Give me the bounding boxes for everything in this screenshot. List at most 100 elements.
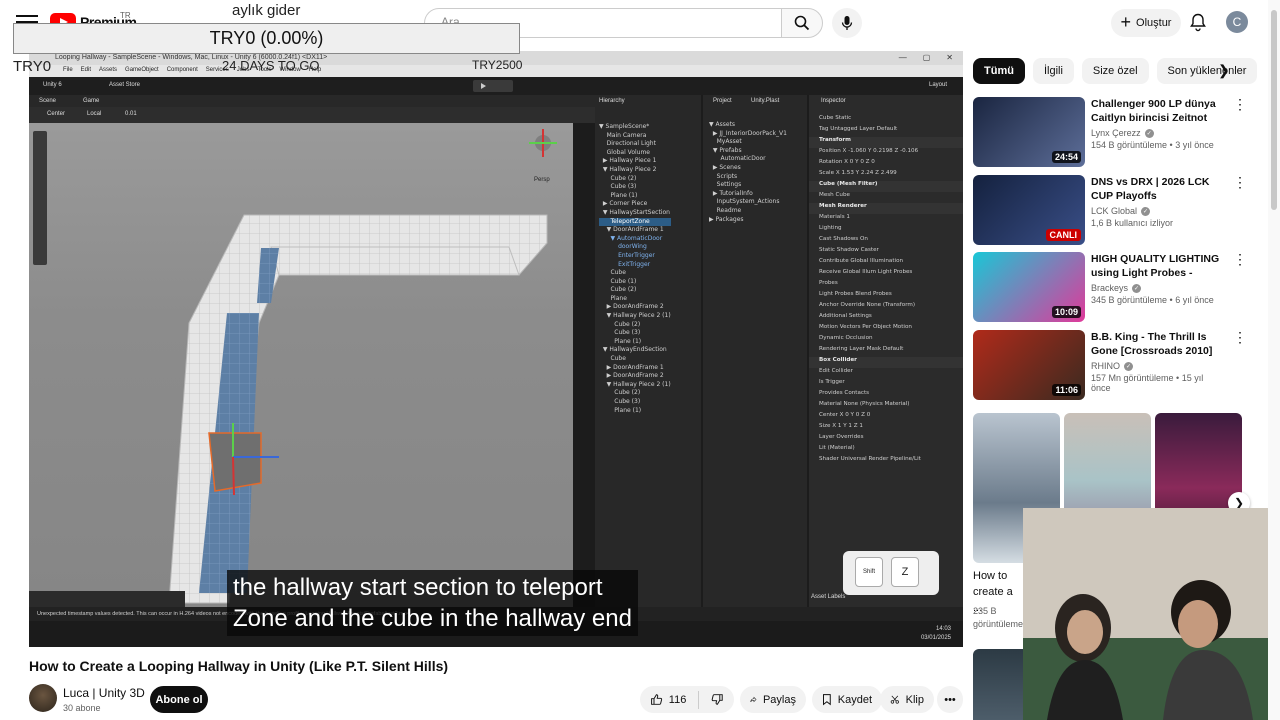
next-recommendation-thumbnail[interactable] xyxy=(973,649,1029,720)
inspector-row: Rendering Layer Mask Default xyxy=(819,346,904,352)
inspector-row: Dynamic Occlusion xyxy=(819,335,873,341)
inspector-row: Scale X 1.53 Y 2.24 Z 2.499 xyxy=(819,170,897,176)
webcam-overlay xyxy=(1023,508,1280,720)
recommended-video[interactable]: 11:06 B.B. King - The Thrill Is Gone [Cro… xyxy=(973,330,1247,402)
game-tab: Game xyxy=(83,98,100,104)
recommended-channel[interactable]: Lynx Çerezz ✓ xyxy=(1091,128,1221,138)
account-avatar[interactable]: C xyxy=(1226,11,1248,33)
kebab-menu-icon[interactable]: ⋮ xyxy=(1233,252,1247,266)
recommended-video[interactable]: CANLI DNS vs DRX | 2026 LCK CUP Playoffs L… xyxy=(973,175,1247,247)
save-button[interactable]: Kaydet xyxy=(812,686,882,713)
create-button[interactable]: + Oluştur xyxy=(1111,9,1181,37)
recommended-title[interactable]: B.B. King - The Thrill Is Gone [Crossroa… xyxy=(1091,330,1221,358)
hierarchy-item: ▼ HallwayStartSection xyxy=(599,208,670,216)
notifications-bell-icon[interactable] xyxy=(1188,12,1208,32)
filter-chip[interactable]: Size özel xyxy=(1081,58,1149,84)
recommended-channel-name: LCK Global xyxy=(1091,206,1138,216)
inspector-row: Rotation X 0 Y 0 Z 0 xyxy=(819,159,875,165)
recommended-title[interactable]: DNS vs DRX | 2026 LCK CUP Playoffs xyxy=(1091,175,1221,203)
unity-window-controls: — ▢ ✕ xyxy=(899,53,953,62)
like-count[interactable]: 116 xyxy=(669,694,687,706)
hierarchy-item: Cube (1) xyxy=(599,277,637,285)
search-button[interactable] xyxy=(781,8,823,38)
inspector-row: Materials 1 xyxy=(819,214,850,220)
microphone-icon xyxy=(841,16,853,30)
inspector-row: Tag Untagged Layer Default xyxy=(819,126,898,132)
recommended-title[interactable]: Challenger 900 LP dünya Caitlyn birincis… xyxy=(1091,97,1221,125)
video-info: B.B. King - The Thrill Is Gone [Crossroa… xyxy=(1091,330,1221,393)
project-item: ▼ Prefabs xyxy=(709,146,742,154)
recommended-title[interactable]: HIGH QUALITY LIGHTING using Light Probes… xyxy=(1091,252,1221,280)
hierarchy-item: ▶ Corner Piece xyxy=(599,200,648,208)
inspector-row: Material None (Physics Material) xyxy=(819,401,910,407)
recommended-video[interactable]: 10:09 HIGH QUALITY LIGHTING using Light P… xyxy=(973,252,1247,324)
goal-widget-title: aylık gider xyxy=(232,2,301,19)
filter-chip[interactable]: Tümü xyxy=(973,58,1025,84)
video-thumbnail[interactable]: CANLI xyxy=(973,175,1085,245)
inspector-tab: Inspector xyxy=(821,98,846,104)
more-actions-icon[interactable]: ••• xyxy=(937,686,963,713)
video-thumbnail[interactable]: 24:54 xyxy=(973,97,1085,167)
scene-tools-sidebar xyxy=(33,131,47,265)
inspector-row: Lit (Material) xyxy=(819,445,855,451)
kebab-menu-icon[interactable]: ⋮ xyxy=(1233,330,1247,344)
clip-button[interactable]: Klip xyxy=(880,686,934,713)
share-button[interactable]: Paylaş xyxy=(740,686,806,713)
hierarchy-item: ▼ HallwayEndSection xyxy=(599,346,667,354)
video-thumbnail[interactable]: 10:09 xyxy=(973,252,1085,322)
video-thumbnail[interactable]: 11:06 xyxy=(973,330,1085,400)
layout-label: Layout xyxy=(929,82,948,88)
inspector-row: Contribute Global Illumination xyxy=(819,258,904,264)
recommended-channel[interactable]: RHINO ✓ xyxy=(1091,361,1221,371)
verified-check-icon: ✓ xyxy=(1141,206,1151,216)
search-icon xyxy=(794,15,810,31)
goal-current-amount: TRY0 xyxy=(13,58,52,75)
channel-name[interactable]: Luca | Unity 3D xyxy=(63,686,145,700)
hierarchy-item: Plane xyxy=(599,294,627,302)
project-item: MyAsset xyxy=(709,138,742,146)
inspector-row: Provides Contacts xyxy=(819,390,870,396)
hierarchy-item: ▼ SampleScene* xyxy=(599,123,650,130)
inspector-row: Cube Static xyxy=(819,115,852,121)
scrollbar-thumb[interactable] xyxy=(1271,10,1277,210)
channel-avatar[interactable] xyxy=(29,684,57,712)
dislike-icon[interactable] xyxy=(711,692,724,707)
inspector-row: Edit Collider xyxy=(819,368,853,374)
inspector-row: Additional Settings xyxy=(819,313,872,319)
hierarchy-item: ▼ Hallway Piece 2 xyxy=(599,165,657,173)
shift-key-label: Shift xyxy=(862,569,875,575)
recommended-video[interactable]: 24:54 Challenger 900 LP dünya Caitlyn bir… xyxy=(973,97,1247,169)
inspector-row: Receive Global Illum Light Probes xyxy=(819,269,913,275)
recommended-channel[interactable]: LCK Global ✓ xyxy=(1091,206,1221,216)
kebab-menu-icon[interactable]: ⋮ xyxy=(1233,175,1247,189)
hierarchy-item: Global Volume xyxy=(599,148,650,156)
like-icon[interactable] xyxy=(650,692,663,707)
asset-store-label: Asset Store xyxy=(109,82,141,88)
recommended-channel[interactable]: Brackeys ✓ xyxy=(1091,283,1221,293)
filter-chip[interactable]: İlgili xyxy=(1032,58,1074,84)
verified-check-icon: ✓ xyxy=(1124,361,1133,371)
scene-tabs: Scene Game xyxy=(29,95,595,107)
share-label: Paylaş xyxy=(762,693,796,706)
hierarchy-item: Cube (2) xyxy=(599,389,641,397)
voice-search-button[interactable] xyxy=(832,8,862,38)
hierarchy-item: ▶ DoorAndFrame 2 xyxy=(599,303,664,311)
goal-progress-text: TRY0 (0.00%) xyxy=(209,28,324,48)
shift-key: Shift xyxy=(855,557,883,587)
hierarchy-item: Cube (3) xyxy=(599,329,641,337)
video-player[interactable]: Looping Hallway - SampleScene - Windows,… xyxy=(29,51,963,647)
maximize-icon: ▢ xyxy=(922,53,931,62)
taskbar-time: 14:03 xyxy=(935,626,951,632)
chevron-right-icon[interactable]: ❯ xyxy=(1218,62,1230,79)
duration-badge: 24:54 xyxy=(1051,151,1081,163)
kebab-menu-icon[interactable]: ⋮ xyxy=(1233,97,1247,111)
goal-days-left: 24 DAYS TO GO xyxy=(222,58,320,73)
recommended-channel-name: Lynx Çerezz xyxy=(1091,128,1141,138)
inspector-row: Cast Shadows On xyxy=(819,236,868,242)
goal-target-amount: TRY2500 xyxy=(472,58,523,72)
inspector-rows: Cube Static Tag Untagged Layer Default Tra… xyxy=(809,115,963,467)
page-scrollbar[interactable] xyxy=(1268,0,1280,720)
project-panel: Project Unity.Plast ▼ Assets ▶ JJ_Interi… xyxy=(703,95,807,607)
filter-chip[interactable]: Son yüklenenler xyxy=(1156,58,1258,84)
subscribe-button[interactable]: Abone ol xyxy=(150,686,208,713)
